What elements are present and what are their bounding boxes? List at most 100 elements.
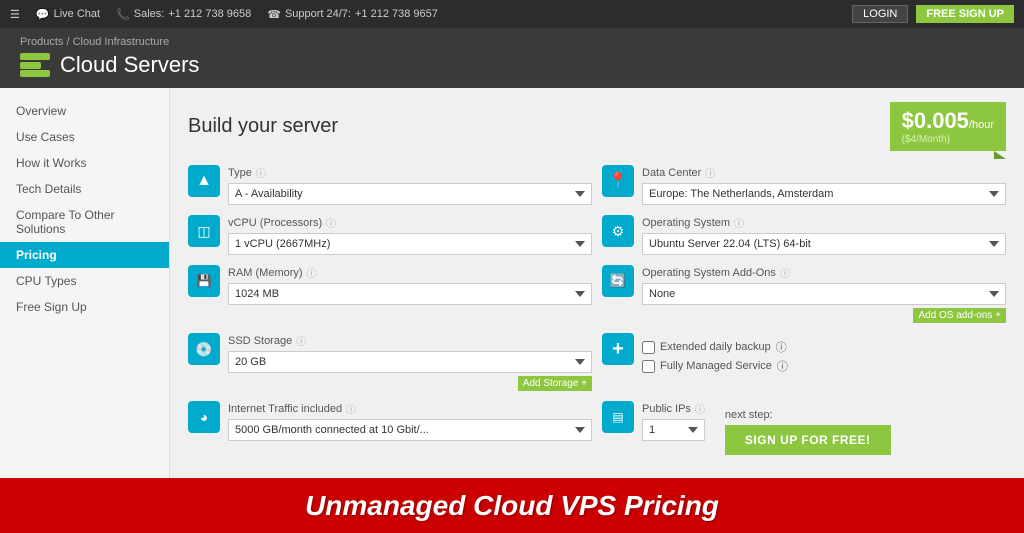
public-ip-details: Public IPs ⓘ 1 [642, 401, 705, 441]
datacenter-details: Data Center ⓘ Europe: The Netherlands, A… [642, 165, 1006, 205]
ram-info-icon[interactable]: ⓘ [307, 265, 317, 280]
traffic-icon: ◕ [188, 401, 220, 433]
public-ip-icon: ▤ [602, 401, 634, 433]
public-ip-label: Public IPs ⓘ [642, 401, 705, 416]
type-config: ▲ Type ⓘ A - Availability [188, 165, 592, 205]
ssd-details: SSD Storage ⓘ 20 GB Add Storage + [228, 333, 592, 391]
extras-config: + Extended daily backup ⓘ Fully Managed … [602, 333, 1006, 391]
traffic-details: Internet Traffic included ⓘ 5000 GB/mont… [228, 401, 592, 441]
content-title: Build your server [188, 115, 338, 138]
os-addons-config: 🔄 Operating System Add-Ons ⓘ None Add OS… [602, 265, 1006, 323]
traffic-select[interactable]: 5000 GB/month connected at 10 Gbit/... [228, 419, 592, 441]
os-icon: ⚙ [602, 215, 634, 247]
page-header: Products / Cloud Infrastructure Cloud Se… [0, 28, 1024, 88]
price-badge: $0.005/hour ($4/Month) [890, 102, 1006, 151]
ram-config: 💾 RAM (Memory) ⓘ 1024 MB [188, 265, 592, 323]
top-nav-left: ☰ 💬 Live Chat 📞 Sales: +1 212 738 9658 ☎… [10, 8, 438, 21]
next-step: next step: SIGN UP FOR FREE! [725, 409, 891, 455]
login-button[interactable]: LOGIN [852, 5, 908, 23]
vcpu-select[interactable]: 1 vCPU (2667MHz) [228, 233, 592, 255]
ssd-label: SSD Storage ⓘ [228, 333, 592, 348]
sidebar-item-cpu-types[interactable]: CPU Types [0, 268, 169, 294]
traffic-config: ◕ Internet Traffic included ⓘ 5000 GB/mo… [188, 401, 592, 455]
os-addons-select[interactable]: None [642, 283, 1006, 305]
fully-managed-checkbox[interactable]: Fully Managed Service ⓘ [642, 358, 1006, 374]
fully-managed-input[interactable] [642, 360, 655, 373]
phone-icon: 📞 [116, 8, 130, 21]
breadcrumb: Products / Cloud Infrastructure [20, 36, 1004, 48]
backup-info-icon[interactable]: ⓘ [776, 339, 787, 355]
datacenter-label: Data Center ⓘ [642, 165, 1006, 180]
free-signup-button[interactable]: FREE SIGN UP [916, 5, 1014, 23]
os-select[interactable]: Ubuntu Server 22.04 (LTS) 64-bit [642, 233, 1006, 255]
headset-icon: ☎ [267, 8, 281, 21]
os-config: ⚙ Operating System ⓘ Ubuntu Server 22.04… [602, 215, 1006, 255]
datacenter-info-icon[interactable]: ⓘ [705, 165, 715, 180]
main-content: Build your server $0.005/hour ($4/Month)… [170, 88, 1024, 478]
type-icon: ▲ [188, 165, 220, 197]
top-nav-right: LOGIN FREE SIGN UP [852, 5, 1014, 23]
os-addons-info-icon[interactable]: ⓘ [780, 265, 790, 280]
sidebar-item-use-cases[interactable]: Use Cases [0, 124, 169, 150]
bottom-banner: Unmanaged Cloud VPS Pricing [0, 478, 1024, 533]
ram-icon: 💾 [188, 265, 220, 297]
top-navigation: ☰ 💬 Live Chat 📞 Sales: +1 212 738 9658 ☎… [0, 0, 1024, 28]
extended-backup-checkbox[interactable]: Extended daily backup ⓘ [642, 339, 1006, 355]
sales-phone: 📞 Sales: +1 212 738 9658 [116, 8, 251, 21]
cloud-servers-icon [20, 53, 50, 77]
add-os-addons-link[interactable]: Add OS add-ons + [913, 308, 1006, 323]
ssd-info-icon[interactable]: ⓘ [296, 333, 306, 348]
traffic-info-icon[interactable]: ⓘ [346, 401, 356, 416]
ssd-icon: 💿 [188, 333, 220, 365]
public-ip-info-icon[interactable]: ⓘ [695, 401, 705, 416]
os-details: Operating System ⓘ Ubuntu Server 22.04 (… [642, 215, 1006, 255]
config-grid: ▲ Type ⓘ A - Availability 📍 Data Center [188, 165, 1006, 455]
sidebar-item-how-it-works[interactable]: How it Works [0, 150, 169, 176]
ram-select[interactable]: 1024 MB [228, 283, 592, 305]
datacenter-select[interactable]: Europe: The Netherlands, Amsterdam [642, 183, 1006, 205]
traffic-label: Internet Traffic included ⓘ [228, 401, 592, 416]
ram-label: RAM (Memory) ⓘ [228, 265, 592, 280]
price-main: $0.005/hour [902, 116, 994, 131]
checkbox-group: Extended daily backup ⓘ Fully Managed Se… [642, 339, 1006, 374]
sidebar-item-pricing[interactable]: Pricing [0, 242, 169, 268]
os-addons-details: Operating System Add-Ons ⓘ None Add OS a… [642, 265, 1006, 323]
sidebar-item-free-signup[interactable]: Free Sign Up [0, 294, 169, 320]
type-select[interactable]: A - Availability [228, 183, 592, 205]
datacenter-config: 📍 Data Center ⓘ Europe: The Netherlands,… [602, 165, 1006, 205]
vcpu-config: ◫ vCPU (Processors) ⓘ 1 vCPU (2667MHz) [188, 215, 592, 255]
main-layout: Overview Use Cases How it Works Tech Det… [0, 88, 1024, 478]
type-details: Type ⓘ A - Availability [228, 165, 592, 205]
public-ip-select[interactable]: 1 [642, 419, 705, 441]
ssd-select[interactable]: 20 GB [228, 351, 592, 373]
public-ip-and-next: ▤ Public IPs ⓘ 1 next step: SIGN UP FOR … [602, 401, 1006, 455]
vcpu-info-icon[interactable]: ⓘ [326, 215, 336, 230]
datacenter-icon: 📍 [602, 165, 634, 197]
vcpu-label: vCPU (Processors) ⓘ [228, 215, 592, 230]
signup-free-button[interactable]: SIGN UP FOR FREE! [725, 425, 891, 455]
public-ip-config: ▤ Public IPs ⓘ 1 [602, 401, 705, 441]
os-addons-icon: 🔄 [602, 265, 634, 297]
add-storage-link[interactable]: Add Storage + [518, 376, 592, 391]
os-info-icon[interactable]: ⓘ [734, 215, 744, 230]
page-title: Cloud Servers [20, 52, 1004, 78]
chat-icon: 💬 [36, 8, 50, 21]
next-step-label: next step: [725, 409, 773, 421]
managed-info-icon[interactable]: ⓘ [777, 358, 788, 374]
extended-backup-input[interactable] [642, 341, 655, 354]
type-info-icon[interactable]: ⓘ [256, 165, 266, 180]
ram-details: RAM (Memory) ⓘ 1024 MB [228, 265, 592, 305]
sidebar-item-overview[interactable]: Overview [0, 98, 169, 124]
content-header: Build your server $0.005/hour ($4/Month) [188, 102, 1006, 151]
sidebar-item-compare[interactable]: Compare To Other Solutions [0, 202, 169, 242]
sidebar-item-tech-details[interactable]: Tech Details [0, 176, 169, 202]
ssd-config: 💿 SSD Storage ⓘ 20 GB Add Storage + [188, 333, 592, 391]
type-label: Type ⓘ [228, 165, 592, 180]
os-addons-label: Operating System Add-Ons ⓘ [642, 265, 1006, 280]
sidebar: Overview Use Cases How it Works Tech Det… [0, 88, 170, 478]
hamburger-icon[interactable]: ☰ [10, 8, 20, 21]
vcpu-icon: ◫ [188, 215, 220, 247]
support-phone: ☎ Support 24/7: +1 212 738 9657 [267, 8, 438, 21]
extras-icon: + [602, 333, 634, 365]
live-chat[interactable]: 💬 Live Chat [36, 8, 100, 21]
